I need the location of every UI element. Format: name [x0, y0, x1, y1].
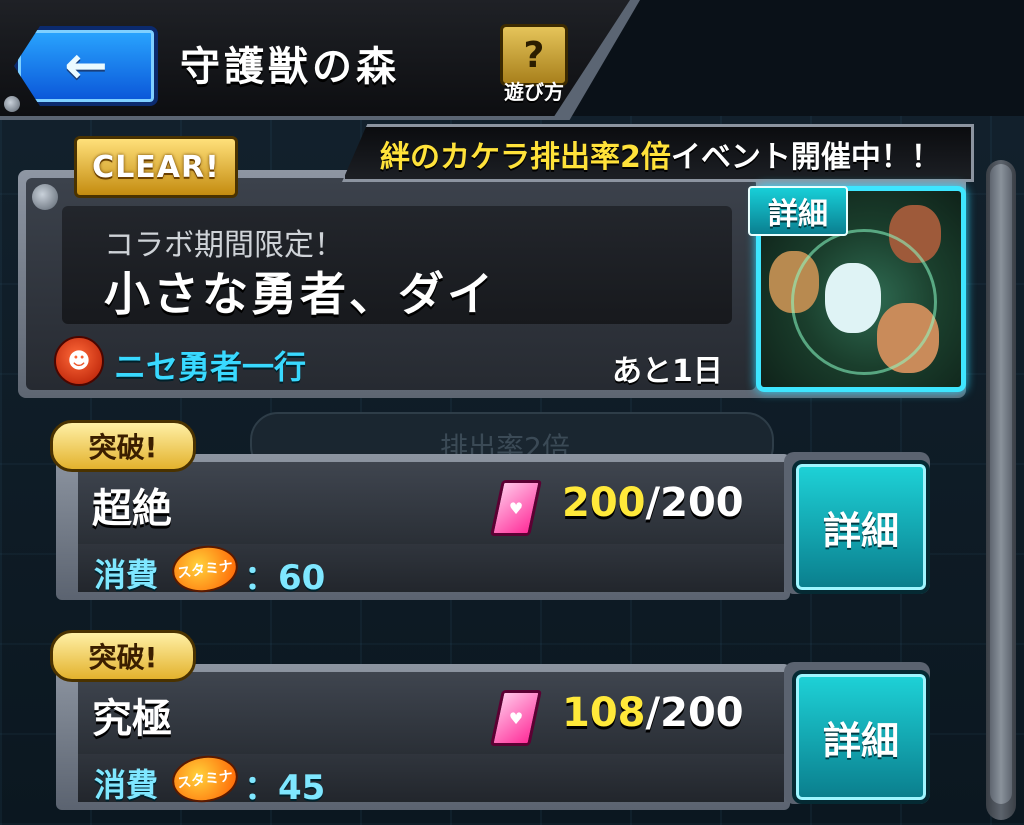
- back-button[interactable]: ←: [14, 26, 158, 106]
- fragment-count: 108/200: [562, 690, 744, 736]
- page-title: 守護獣の森: [180, 44, 400, 90]
- detail-button[interactable]: 詳細: [792, 670, 930, 804]
- quest-title: 小さな勇者、ダイ: [104, 267, 496, 321]
- fragment-current: 200: [562, 480, 646, 526]
- enemy-name: ニセ勇者一行: [114, 348, 307, 386]
- portrait-detail-label[interactable]: 詳細: [748, 186, 848, 236]
- cost-label: 消費: [94, 766, 159, 804]
- help-label: 遊び方: [504, 80, 564, 104]
- bolt-icon: [4, 96, 20, 112]
- difficulty-name: 超絶: [92, 486, 172, 532]
- fragment-count: 200/200: [562, 480, 744, 526]
- help-glyph: ?: [523, 34, 545, 76]
- cost-value: ：45: [244, 768, 326, 808]
- remaining-time: あと1日: [612, 354, 723, 389]
- cost-label: 消費: [94, 556, 159, 594]
- bolt-icon: [32, 184, 58, 210]
- difficulty-row-extreme[interactable]: 究極 ♥ 108/200 消費 スタミナ ：45 詳細 突破!: [50, 630, 930, 810]
- breakthrough-badge: 突破!: [50, 630, 196, 682]
- header: ← 守護獣の森 ? 遊び方: [0, 0, 1024, 120]
- stamina-label: スタミナ: [176, 558, 234, 582]
- difficulty-row-ultimate[interactable]: 超絶 ♥ 200/200 消費 スタミナ ：60 詳細 突破!: [50, 420, 930, 600]
- difficulty-name: 究極: [92, 696, 172, 742]
- help-button[interactable]: ? 遊び方: [496, 24, 568, 106]
- detail-button[interactable]: 詳細: [792, 460, 930, 594]
- fragment-current: 108: [562, 690, 646, 736]
- fragment-max: /200: [645, 690, 744, 736]
- event-highlight: 絆のカケラ排出率2倍: [380, 140, 671, 175]
- event-suffix: イベント開催中！！: [670, 140, 941, 175]
- row-body: 究極 ♥ 108/200 消費 スタミナ ：45: [56, 664, 790, 810]
- back-arrow-icon: ←: [64, 36, 108, 96]
- cost-value: ：60: [244, 558, 326, 598]
- event-text: 絆のカケラ排出率2倍イベント開催中！！: [380, 132, 941, 176]
- devil-icon: ☻: [54, 336, 104, 386]
- row-body: 超絶 ♥ 200/200 消費 スタミナ ：60: [56, 454, 790, 600]
- portrait-ring: [791, 229, 937, 375]
- fragment-max: /200: [645, 480, 744, 526]
- scrollbar-thumb[interactable]: [990, 164, 1012, 804]
- clear-badge: CLEAR!: [74, 136, 238, 198]
- heart-icon: ♥: [508, 498, 524, 518]
- breakthrough-badge: 突破!: [50, 420, 196, 472]
- heart-icon: ♥: [508, 708, 524, 728]
- stamina-label: スタミナ: [176, 768, 234, 792]
